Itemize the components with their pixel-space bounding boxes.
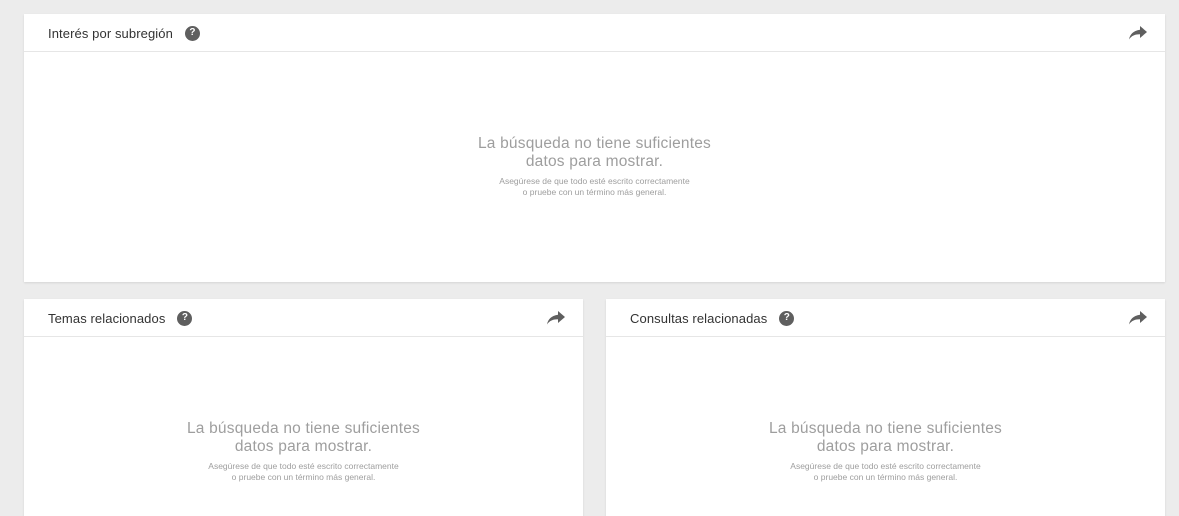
empty-hint-line1: Asegúrese de que todo esté escrito corre… <box>499 176 690 186</box>
card-title: Consultas relacionadas <box>630 310 768 326</box>
empty-state: La búsqueda no tiene suficientes datos p… <box>24 135 1165 198</box>
empty-message-line2: datos para mostrar. <box>234 438 373 455</box>
help-icon[interactable]: ? <box>177 310 193 326</box>
share-icon[interactable] <box>1129 311 1147 325</box>
empty-message-line1: La búsqueda no tiene suficientes <box>768 420 1003 437</box>
empty-hint-line2: o pruebe con un término más general. <box>522 187 667 197</box>
empty-message-line1: La búsqueda no tiene suficientes <box>477 135 712 152</box>
card-header: Interés por subregión ? <box>24 14 1165 52</box>
card-title-wrap: Temas relacionados ? <box>48 310 193 326</box>
help-icon[interactable]: ? <box>779 310 795 326</box>
empty-message-line1: La búsqueda no tiene suficientes <box>186 420 421 437</box>
help-icon[interactable]: ? <box>184 25 200 41</box>
related-queries-card: Consultas relacionadas ? La búsqueda no … <box>606 299 1165 516</box>
share-icon[interactable] <box>1129 26 1147 40</box>
card-header: Consultas relacionadas ? <box>606 299 1165 337</box>
card-title-wrap: Consultas relacionadas ? <box>630 310 795 326</box>
card-title: Interés por subregión <box>48 25 173 41</box>
subregion-card: Interés por subregión ? La búsqueda no t… <box>24 14 1165 282</box>
empty-message-line2: datos para mostrar. <box>525 153 664 170</box>
empty-state: La búsqueda no tiene suficientes datos p… <box>24 420 583 483</box>
page: Interés por subregión ? La búsqueda no t… <box>0 0 1179 516</box>
card-header: Temas relacionados ? <box>24 299 583 337</box>
empty-message-line2: datos para mostrar. <box>816 438 955 455</box>
empty-hint-line1: Asegúrese de que todo esté escrito corre… <box>790 461 981 471</box>
card-title-wrap: Interés por subregión ? <box>48 25 200 41</box>
empty-hint-line2: o pruebe con un término más general. <box>231 472 376 482</box>
related-topics-card: Temas relacionados ? La búsqueda no tien… <box>24 299 583 516</box>
card-title: Temas relacionados <box>48 310 166 326</box>
empty-state: La búsqueda no tiene suficientes datos p… <box>606 420 1165 483</box>
empty-hint-line2: o pruebe con un término más general. <box>813 472 958 482</box>
share-icon[interactable] <box>547 311 565 325</box>
empty-hint-line1: Asegúrese de que todo esté escrito corre… <box>208 461 399 471</box>
